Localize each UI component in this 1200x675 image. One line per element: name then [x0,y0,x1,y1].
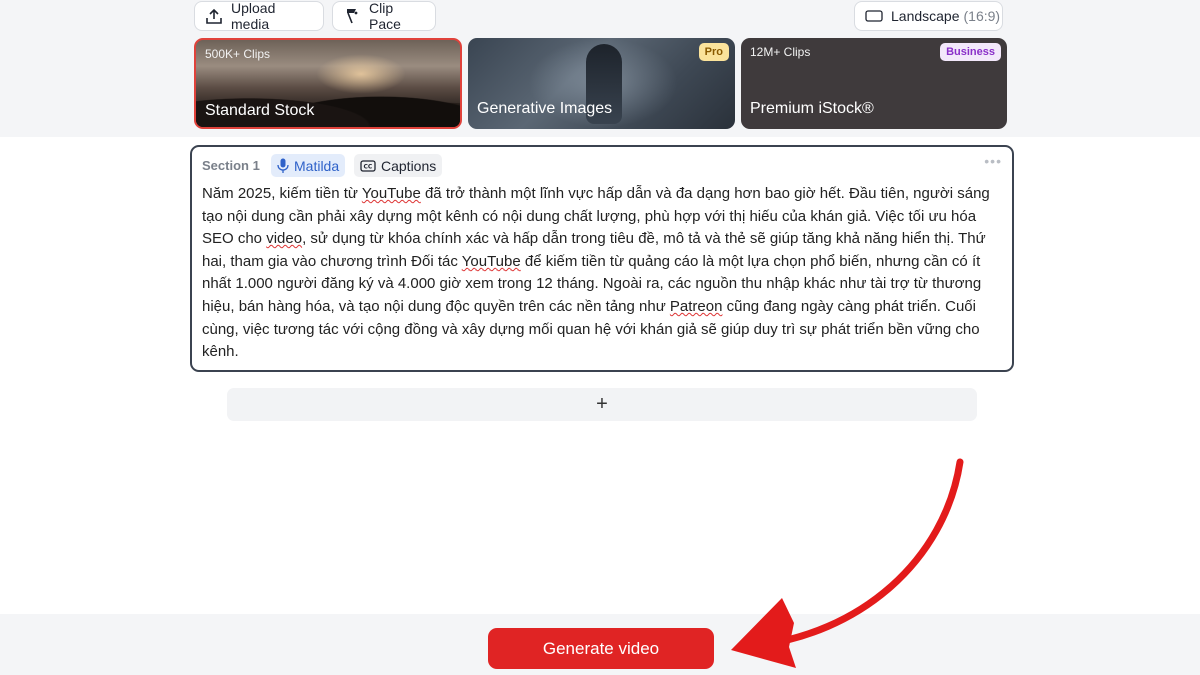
premium-istock-card[interactable]: 12M+ Clips Business Premium iStock® [741,38,1007,129]
clip-count: 500K+ Clips [205,47,271,61]
captions-label: Captions [381,157,437,174]
upload-media-label: Upload media [231,0,276,32]
upload-icon [205,7,223,25]
section-script-text[interactable]: Năm 2025, kiếm tiền từ YouTube đã trở th… [202,183,1002,364]
card-title: Standard Stock [205,102,315,119]
captions-toggle[interactable]: CC Captions [354,154,443,177]
section-label: Section 1 [202,158,260,173]
clip-pace-button[interactable]: Clip Pace [332,0,436,32]
clip-count: 12M+ Clips [750,45,811,59]
standard-stock-card[interactable]: 500K+ Clips Standard Stock [194,38,462,129]
card-title: Generative Images [477,100,613,117]
more-options-icon[interactable]: ••• [984,153,1002,169]
pro-badge: Pro [698,43,729,61]
upload-media-button[interactable]: Upload media [194,0,324,32]
microphone-icon [277,158,289,173]
aspect-ratio-button[interactable]: Landscape (16:9) [854,1,1003,31]
landscape-icon [865,9,883,23]
svg-text:CC: CC [364,163,373,170]
card-title: Premium iStock® [750,100,874,117]
generative-images-card[interactable]: Pro Generative Images [468,38,735,129]
generate-video-button[interactable]: Generate video [488,628,714,669]
voice-name: Matilda [294,157,340,174]
business-badge: Business [940,43,1001,61]
voice-selector[interactable]: Matilda [271,154,346,177]
captions-icon: CC [360,159,376,172]
add-section-button[interactable]: + [227,388,977,421]
aspect-label: Landscape [891,8,960,24]
clip-pace-label: Clip Pace [369,0,401,32]
aspect-ratio-value: (16:9) [963,8,1001,24]
clip-pace-icon [343,7,361,25]
script-section[interactable]: Section 1 Matilda CC Captions ••• Năm 20… [190,145,1014,372]
